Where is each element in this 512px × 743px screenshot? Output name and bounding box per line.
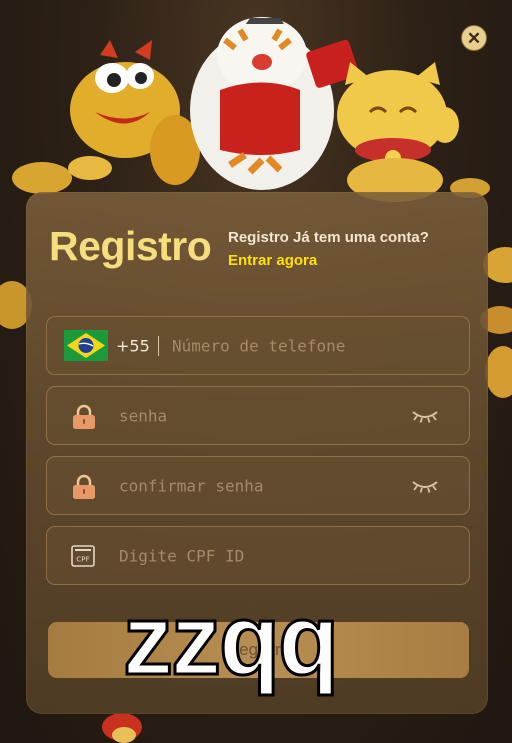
password-field[interactable]: senha [46,386,470,445]
tiger-icon [190,17,359,190]
country-code[interactable]: +55 [116,336,150,355]
cpf-card-icon: CPF [71,545,95,567]
account-prompt: Registro Já tem uma conta? [228,229,429,246]
lock-icon [73,474,95,499]
modal-title: Registro [49,223,212,269]
eye-closed-icon[interactable] [411,477,439,495]
svg-text:CPF: CPF [76,556,89,564]
close-button[interactable]: ✕ [461,25,487,51]
register-button[interactable]: Registro [48,622,469,678]
phone-placeholder[interactable]: Número de telefone [172,336,345,355]
coin-icon [12,162,72,194]
lock-icon [73,404,95,429]
login-link[interactable]: Entrar agora [228,252,317,269]
confirm-password-placeholder[interactable]: confirmar senha [119,476,264,495]
password-placeholder[interactable]: senha [119,406,167,425]
brazil-flag-icon[interactable] [64,330,108,361]
cpf-placeholder[interactable]: Digite CPF ID [119,546,244,565]
confirm-password-field[interactable]: confirmar senha [46,456,470,515]
lucky-cat-icon [337,62,459,202]
cpf-field[interactable]: CPF Digite CPF ID [46,526,470,585]
divider [158,336,159,356]
phone-field[interactable]: +55 Número de telefone [46,316,470,375]
eye-closed-icon[interactable] [411,407,439,425]
